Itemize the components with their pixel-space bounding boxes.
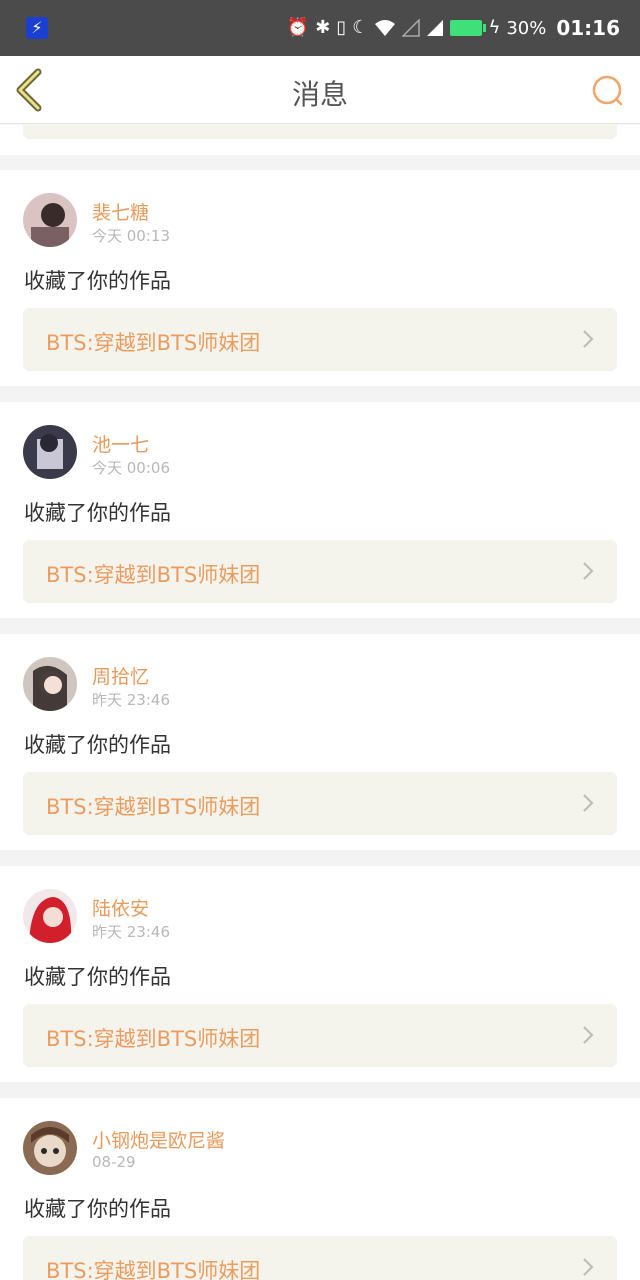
- charging-icon: ϟ: [488, 17, 501, 38]
- partial-message-card: [0, 125, 640, 155]
- message-time: 今天 00:13: [92, 227, 170, 245]
- moon-icon: ☾: [352, 17, 369, 38]
- alarm-icon: ⏰: [286, 17, 310, 38]
- avatar[interactable]: [23, 425, 77, 479]
- message-time: 昨天 23:46: [92, 691, 170, 709]
- avatar[interactable]: [23, 657, 77, 711]
- work-title: BTS:穿越到BTS师妹团: [46, 331, 261, 355]
- chevron-right-icon: [583, 794, 594, 812]
- user-name[interactable]: 陆依安: [92, 894, 149, 921]
- message-card: 周拾忆 昨天 23:46 收藏了你的作品 BTS:穿越到BTS师妹团: [0, 634, 640, 850]
- message-action: 收藏了你的作品: [24, 501, 171, 525]
- avatar[interactable]: [23, 1121, 77, 1175]
- user-name[interactable]: 池一七: [92, 430, 149, 457]
- clock: 01:16: [556, 16, 620, 40]
- nav-bar: 消息: [0, 56, 640, 124]
- battery-percent: 30%: [506, 17, 547, 39]
- message-card: 陆依安 昨天 23:46 收藏了你的作品 BTS:穿越到BTS师妹团: [0, 866, 640, 1082]
- work-link[interactable]: BTS:穿越到BTS师妹团: [23, 540, 617, 603]
- search-icon: [592, 75, 623, 106]
- work-link[interactable]: BTS:穿越到BTS师妹团: [23, 1004, 617, 1067]
- vibrate-icon: ▯: [336, 17, 347, 38]
- message-card: 池一七 今天 00:06 收藏了你的作品 BTS:穿越到BTS师妹团: [0, 402, 640, 618]
- message-time: 08-29: [92, 1153, 136, 1171]
- message-time: 今天 00:06: [92, 459, 170, 477]
- work-link[interactable]: BTS:穿越到BTS师妹团: [23, 308, 617, 371]
- work-link[interactable]: BTS:穿越到BTS师妹团: [23, 772, 617, 835]
- chevron-right-icon: [583, 562, 594, 580]
- work-title: BTS:穿越到BTS师妹团: [46, 563, 261, 587]
- status-icons: ⏰ ✱ ▯ ☾ ϟ 30% 01:16: [287, 14, 620, 42]
- wifi-icon: [375, 20, 396, 36]
- bluetooth-icon: ✱: [315, 17, 331, 38]
- work-title: BTS:穿越到BTS师妹团: [46, 1027, 261, 1051]
- user-name[interactable]: 小钢炮是欧尼酱: [92, 1126, 225, 1153]
- message-card: 裴七糖 今天 00:13 收藏了你的作品 BTS:穿越到BTS师妹团: [0, 170, 640, 386]
- page-title: 消息: [291, 78, 348, 111]
- message-list: 裴七糖 今天 00:13 收藏了你的作品 BTS:穿越到BTS师妹团 池一七 今…: [0, 125, 640, 1280]
- user-name[interactable]: 周拾忆: [92, 662, 149, 689]
- avatar[interactable]: [23, 889, 77, 943]
- status-bar: ⚡ ⏰ ✱ ▯ ☾ ϟ 30% 01:16: [0, 0, 640, 56]
- avatar[interactable]: [23, 193, 77, 247]
- user-name[interactable]: 裴七糖: [92, 198, 149, 225]
- battery-icon: [450, 20, 487, 36]
- chevron-right-icon: [583, 330, 594, 348]
- message-action: 收藏了你的作品: [24, 965, 171, 989]
- partial-work-link[interactable]: [23, 125, 617, 139]
- signal-icon: [427, 20, 444, 36]
- flash-icon: ⚡: [26, 17, 48, 39]
- message-action: 收藏了你的作品: [24, 1197, 171, 1221]
- message-action: 收藏了你的作品: [24, 733, 171, 757]
- search-button[interactable]: [590, 73, 626, 109]
- work-link[interactable]: BTS:穿越到BTS师妹团: [23, 1236, 617, 1280]
- chevron-right-icon: [583, 1258, 594, 1276]
- signal-icon: [402, 19, 421, 37]
- message-card: 小钢炮是欧尼酱 08-29 收藏了你的作品 BTS:穿越到BTS师妹团: [0, 1098, 640, 1280]
- chevron-right-icon: [583, 1026, 594, 1044]
- message-time: 昨天 23:46: [92, 923, 170, 941]
- message-action: 收藏了你的作品: [24, 269, 171, 293]
- work-title: BTS:穿越到BTS师妹团: [46, 1259, 261, 1280]
- work-title: BTS:穿越到BTS师妹团: [46, 795, 261, 819]
